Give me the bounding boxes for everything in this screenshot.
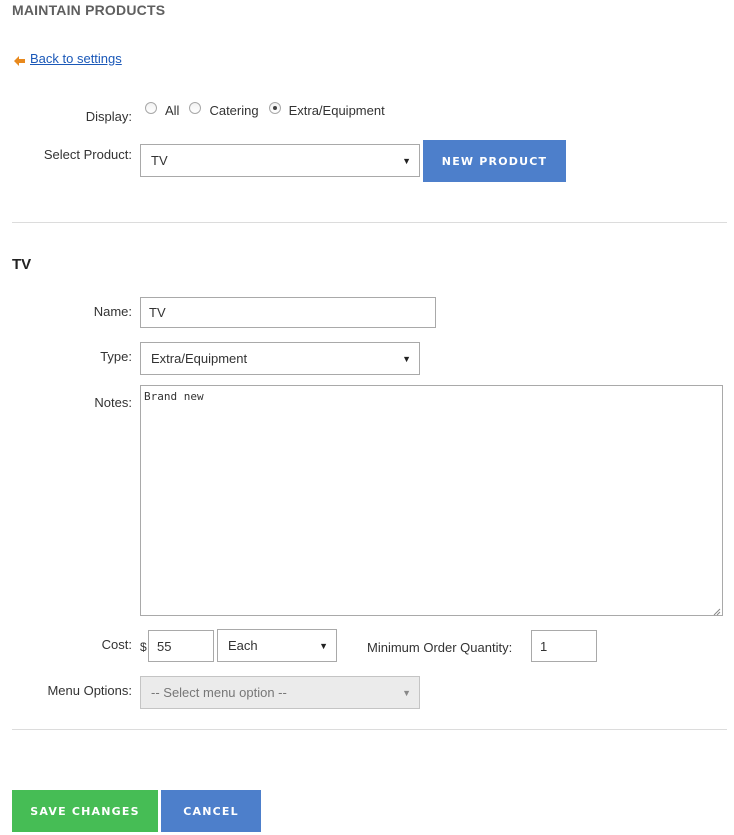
currency-symbol: $: [140, 640, 147, 654]
select-product-label: Select Product:: [43, 147, 132, 162]
save-changes-button[interactable]: SAVE CHANGES: [12, 790, 158, 832]
new-product-button[interactable]: NEW PRODUCT: [423, 140, 566, 182]
chevron-down-icon: ▼: [402, 155, 411, 166]
cost-label: Cost:: [101, 637, 132, 652]
name-input[interactable]: TV: [140, 297, 436, 328]
product-heading: TV: [12, 256, 32, 273]
chevron-down-icon: ▼: [319, 640, 328, 651]
menu-options-select-value: -- Select menu option --: [151, 685, 287, 700]
radio-option-all[interactable]: All: [145, 101, 180, 118]
radio-button-extra-equipment[interactable]: [268, 101, 281, 114]
chevron-down-icon: ▼: [402, 687, 411, 698]
radio-label-catering: Catering: [209, 103, 259, 118]
radio-label-all: All: [165, 103, 180, 118]
back-link[interactable]: Back to settings: [14, 51, 122, 66]
name-label: Name:: [93, 304, 132, 319]
cost-input[interactable]: 55: [148, 630, 214, 662]
min-qty-label: Minimum Order Quantity:: [367, 640, 513, 655]
chevron-down-icon: ▼: [402, 353, 411, 364]
product-select[interactable]: TV ▼: [140, 144, 420, 177]
display-radio-group: All Catering Extra/Equipment: [145, 101, 395, 118]
radio-button-catering[interactable]: [189, 101, 202, 114]
divider: [12, 222, 727, 223]
notes-textarea[interactable]: Brand new: [140, 385, 723, 616]
min-qty-input[interactable]: 1: [531, 630, 597, 662]
notes-label: Notes:: [94, 395, 132, 410]
back-to-settings-link[interactable]: Back to settings: [30, 51, 122, 66]
radio-option-extra-equipment[interactable]: Extra/Equipment: [268, 101, 385, 118]
product-select-value: TV: [151, 153, 168, 168]
notes-text: Brand new: [144, 390, 204, 403]
radio-option-catering[interactable]: Catering: [189, 101, 259, 118]
menu-options-label: Menu Options:: [47, 683, 132, 698]
type-label: Type:: [100, 349, 132, 364]
type-select-value: Extra/Equipment: [151, 351, 248, 366]
unit-select[interactable]: Each ▼: [217, 629, 337, 662]
radio-label-extra-equipment: Extra/Equipment: [288, 103, 385, 118]
radio-button-all[interactable]: [145, 101, 157, 114]
cancel-button[interactable]: CANCEL: [161, 790, 261, 832]
display-label: Display:: [85, 109, 132, 124]
divider: [12, 729, 727, 730]
page-title: MAINTAIN PRODUCTS: [12, 2, 166, 18]
arrow-left-icon: [14, 54, 25, 66]
unit-select-value: Each: [228, 638, 258, 653]
menu-options-select: -- Select menu option -- ▼: [140, 676, 420, 709]
resize-handle-icon[interactable]: [713, 606, 721, 616]
type-select[interactable]: Extra/Equipment ▼: [140, 342, 420, 375]
